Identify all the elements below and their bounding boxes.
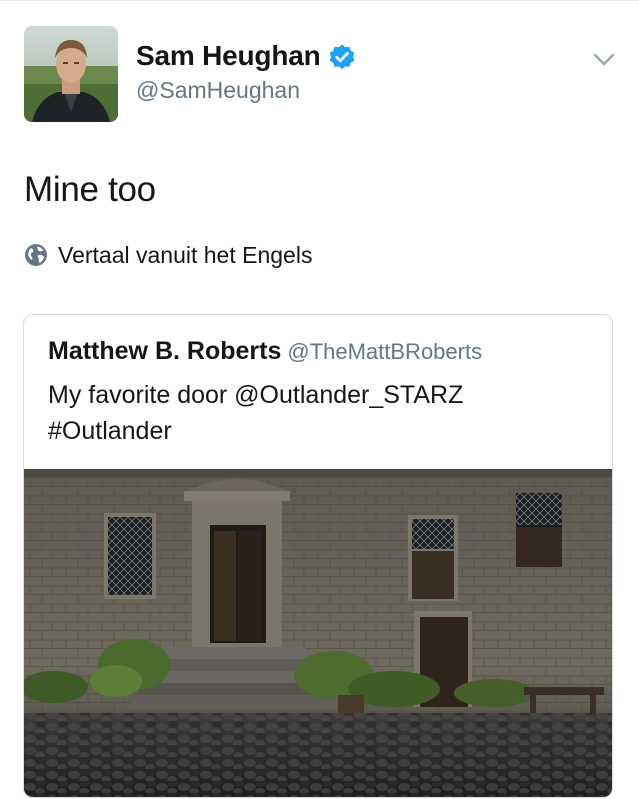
quoted-tweet-header: Matthew B. Roberts @TheMattBRoberts [48, 337, 482, 366]
translate-link[interactable]: Vertaal vanuit het Engels [24, 240, 312, 270]
quoted-author-handle: @TheMattBRoberts [287, 339, 483, 364]
quoted-tweet-text-line: My favorite door @Outlander_STARZ [48, 381, 464, 409]
top-divider [0, 0, 639, 1]
verified-badge-icon [329, 44, 355, 70]
quoted-tweet-photo[interactable] [24, 469, 612, 797]
avatar[interactable] [24, 26, 118, 122]
chevron-down-icon[interactable] [592, 52, 616, 68]
author-handle[interactable]: @SamHeughan [136, 77, 300, 104]
translate-label: Vertaal vanuit het Engels [58, 241, 313, 268]
globe-icon [25, 244, 47, 266]
quoted-tweet-text-line: #Outlander [48, 417, 172, 445]
quoted-author-name: Matthew B. Roberts [48, 337, 282, 365]
tweet-text: Mine too [24, 170, 156, 209]
author-name[interactable]: Sam Heughan [136, 40, 321, 72]
quoted-tweet-text: My favorite door @Outlander_STARZ #Outla… [48, 377, 598, 449]
quoted-tweet-card[interactable]: Matthew B. Roberts @TheMattBRoberts My fa… [23, 314, 613, 798]
